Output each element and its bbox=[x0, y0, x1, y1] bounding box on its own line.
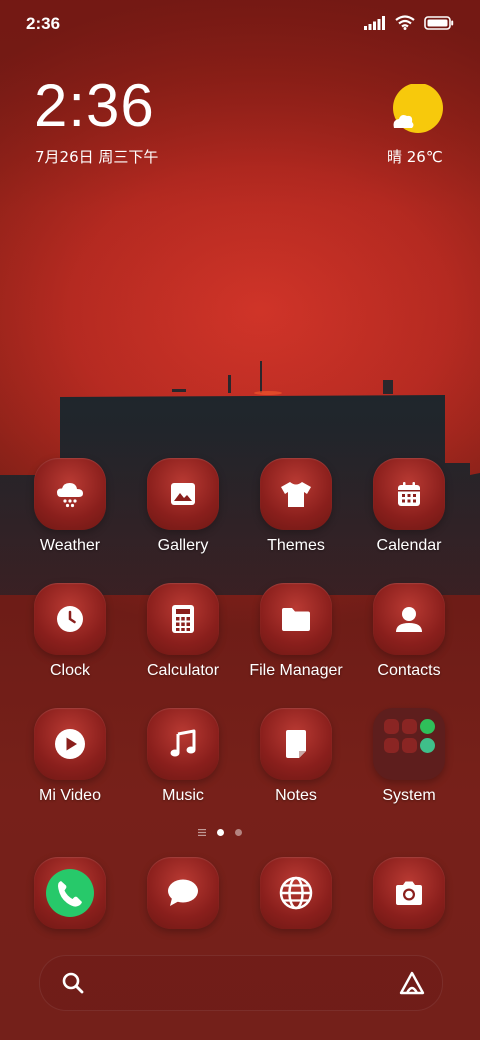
app-tile[interactable] bbox=[147, 583, 219, 655]
sunny-cloud-icon[interactable] bbox=[386, 84, 444, 136]
app-tile[interactable] bbox=[34, 708, 106, 780]
status-bar: 2:36 bbox=[0, 0, 480, 50]
folder-mini-icon bbox=[384, 719, 399, 734]
page-dot-1[interactable] bbox=[217, 829, 224, 836]
wifi-icon bbox=[395, 15, 415, 30]
app-mi-video[interactable]: Mi Video bbox=[14, 708, 126, 805]
folder-mini-icon bbox=[402, 738, 417, 753]
search-bar[interactable] bbox=[39, 955, 443, 1011]
folder-icon bbox=[282, 608, 310, 631]
app-label: Themes bbox=[267, 537, 325, 554]
clock-widget-time[interactable]: 2:36 bbox=[34, 76, 155, 136]
app-label: Clock bbox=[49, 662, 90, 679]
browser-icon bbox=[279, 876, 313, 910]
system-folder-icon[interactable] bbox=[373, 708, 445, 780]
app-tile[interactable] bbox=[147, 708, 219, 780]
calculator-icon bbox=[172, 605, 194, 633]
dock-tile[interactable] bbox=[373, 857, 445, 929]
app-tile[interactable] bbox=[260, 708, 332, 780]
dock-camera[interactable] bbox=[353, 857, 465, 929]
app-tile[interactable] bbox=[260, 458, 332, 530]
app-gallery[interactable]: Gallery bbox=[127, 458, 239, 555]
app-label: File Manager bbox=[249, 662, 343, 679]
app-system-folder[interactable]: System bbox=[353, 708, 465, 805]
dock-messages[interactable] bbox=[127, 857, 239, 929]
page-dot-2[interactable] bbox=[235, 829, 242, 836]
music-note-icon bbox=[170, 729, 196, 757]
dock-browser[interactable] bbox=[240, 857, 352, 929]
phone-icon bbox=[46, 869, 94, 917]
message-icon bbox=[168, 879, 198, 906]
dock-tile[interactable] bbox=[34, 857, 106, 929]
app-label: Notes bbox=[275, 787, 317, 804]
folder-mini-icon bbox=[420, 738, 435, 753]
status-time: 2:36 bbox=[26, 14, 61, 33]
app-label: System bbox=[382, 787, 436, 804]
tshirt-icon bbox=[281, 482, 311, 507]
folder-mini-icon bbox=[384, 738, 399, 753]
search-icon[interactable] bbox=[62, 972, 84, 994]
app-clock[interactable]: Clock bbox=[14, 583, 126, 680]
app-tile[interactable] bbox=[34, 583, 106, 655]
status-icons bbox=[364, 15, 454, 30]
note-icon bbox=[286, 730, 306, 758]
clock-icon bbox=[57, 606, 83, 632]
app-label: Music bbox=[162, 787, 204, 804]
dock-phone[interactable] bbox=[14, 857, 126, 929]
app-tile[interactable] bbox=[373, 583, 445, 655]
app-music[interactable]: Music bbox=[127, 708, 239, 805]
image-icon bbox=[171, 483, 195, 505]
app-contacts[interactable]: Contacts bbox=[353, 583, 465, 680]
app-label: Weather bbox=[39, 537, 101, 554]
clock-widget-date: 7月26日 周三下午 bbox=[35, 148, 159, 166]
app-weather[interactable]: Weather bbox=[14, 458, 126, 555]
contact-icon bbox=[396, 607, 422, 632]
folder-mini-icon bbox=[402, 719, 417, 734]
dock-tile[interactable] bbox=[147, 857, 219, 929]
signal-icon bbox=[364, 15, 385, 30]
voice-assistant-icon[interactable] bbox=[398, 970, 426, 996]
app-label: Calculator bbox=[146, 662, 220, 679]
weather-widget-text: 晴 26℃ bbox=[387, 148, 443, 166]
app-calendar[interactable]: Calendar bbox=[353, 458, 465, 555]
app-label: Mi Video bbox=[39, 787, 101, 804]
app-label: Contacts bbox=[377, 662, 441, 679]
play-icon bbox=[55, 729, 85, 759]
app-file-manager[interactable]: File Manager bbox=[240, 583, 352, 680]
page-indicator[interactable] bbox=[198, 829, 242, 836]
folder-mini-icon bbox=[420, 719, 435, 734]
camera-icon bbox=[396, 881, 422, 905]
app-tile[interactable] bbox=[34, 458, 106, 530]
app-tile[interactable] bbox=[260, 583, 332, 655]
cloud-snow-icon bbox=[57, 483, 83, 508]
menu-lines-icon bbox=[198, 829, 206, 836]
app-notes[interactable]: Notes bbox=[240, 708, 352, 805]
app-themes[interactable]: Themes bbox=[240, 458, 352, 555]
app-label: Gallery bbox=[157, 537, 209, 554]
battery-icon bbox=[424, 15, 454, 30]
app-calculator[interactable]: Calculator bbox=[127, 583, 239, 680]
app-tile[interactable] bbox=[373, 458, 445, 530]
calendar-icon bbox=[398, 482, 420, 506]
app-label: Calendar bbox=[376, 537, 442, 554]
dock-tile[interactable] bbox=[260, 857, 332, 929]
app-tile[interactable] bbox=[147, 458, 219, 530]
